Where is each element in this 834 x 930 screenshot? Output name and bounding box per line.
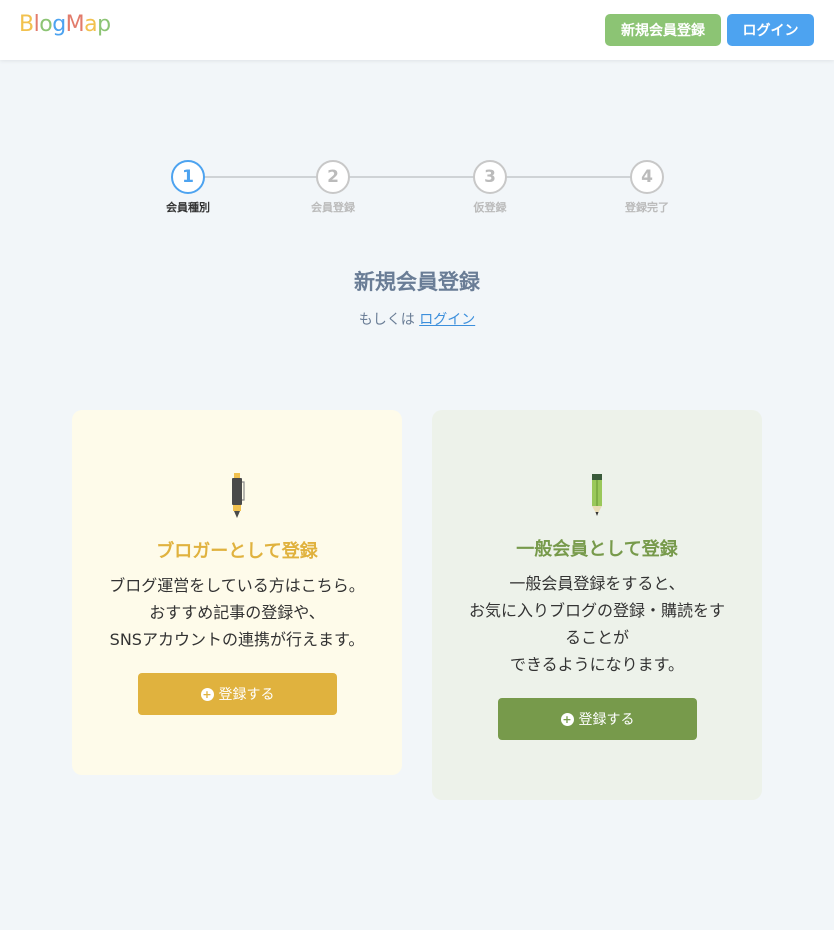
- step-2-circle: 2: [316, 160, 350, 194]
- step-1-circle: 1: [171, 160, 205, 194]
- step-connector: [204, 176, 318, 178]
- pen-icon: [72, 472, 402, 520]
- step-3-label: 仮登録: [473, 201, 507, 214]
- desc-line: お気に入りブログの登録・購読をす: [468, 601, 725, 620]
- login-link[interactable]: ログイン: [419, 312, 475, 328]
- blogger-card: ブロガーとして登録 ブログ運営をしている方はこちら。 おすすめ記事の登録や、 S…: [72, 410, 402, 775]
- step-2-label: 会員登録: [311, 201, 355, 214]
- blogger-register-button[interactable]: + 登録する: [138, 673, 337, 715]
- step-3-circle: 3: [473, 160, 507, 194]
- pencil-icon: [432, 472, 762, 518]
- desc-line: ることが: [564, 628, 629, 647]
- desc-line: おすすめ記事の登録や、: [149, 603, 325, 622]
- blogger-card-title: ブロガーとして登録: [156, 541, 318, 562]
- plus-circle-icon: +: [200, 687, 214, 701]
- button-label: 登録する: [218, 687, 275, 703]
- desc-line: ブログ運営をしている方はこちら。: [109, 576, 365, 595]
- login-prompt: もしくは ログイン: [0, 309, 834, 329]
- plus-circle-icon: +: [560, 712, 574, 726]
- step-4-circle: 4: [630, 160, 664, 194]
- general-register-button[interactable]: + 登録する: [498, 698, 697, 740]
- desc-line: できるようになります。: [509, 655, 685, 674]
- step-connector: [506, 176, 632, 178]
- page-title: 新規会員登録: [354, 270, 480, 294]
- general-member-card: 一般会員として登録 一般会員登録をすると、 お気に入りブログの登録・購読をす る…: [432, 410, 762, 800]
- desc-line: 一般会員登録をすると、: [509, 574, 685, 593]
- blogger-card-description: ブログ運営をしている方はこちら。 おすすめ記事の登録や、 SNSアカウントの連携…: [82, 572, 392, 653]
- general-card-description: 一般会員登録をすると、 お気に入りブログの登録・購読をす ることが できるように…: [442, 570, 752, 678]
- step-4-label: 登録完了: [625, 201, 669, 214]
- step-1-label: 会員種別: [166, 201, 210, 214]
- desc-line: SNSアカウントの連携が行えます。: [109, 630, 365, 649]
- registration-stepper: 1 2 3 4 会員種別 会員登録 仮登録 登録完了: [0, 0, 834, 230]
- step-connector: [349, 176, 475, 178]
- general-card-title: 一般会員として登録: [516, 539, 678, 560]
- or-text: もしくは: [358, 312, 420, 328]
- button-label: 登録する: [578, 712, 635, 728]
